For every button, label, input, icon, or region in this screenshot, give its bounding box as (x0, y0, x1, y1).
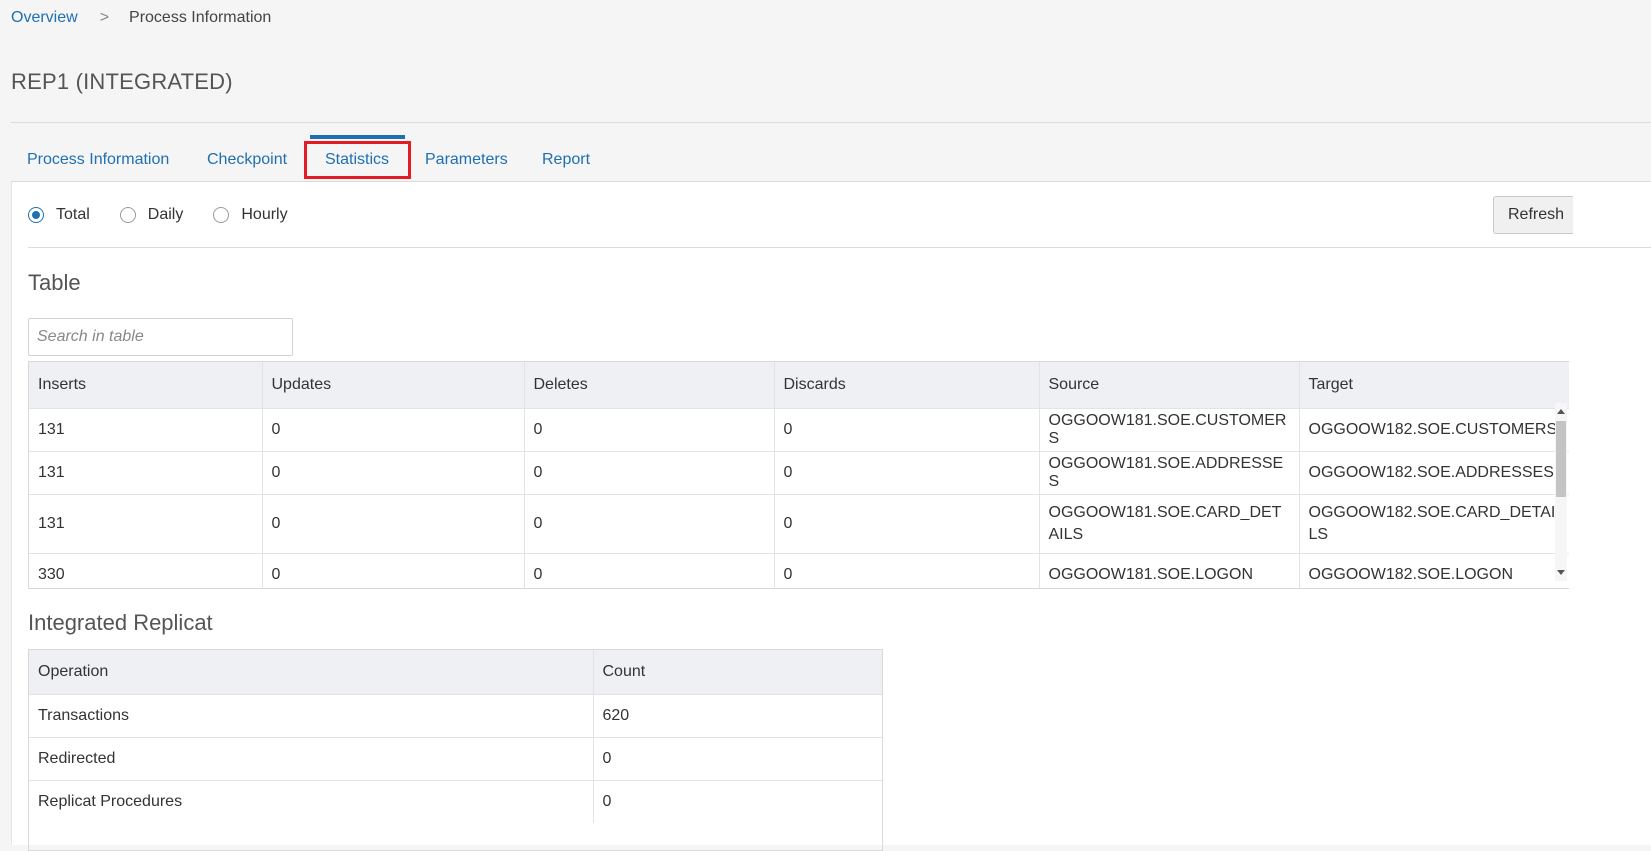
cell-source: OGGOOW181.SOE.LOGON (1038, 553, 1299, 588)
radio-daily-label: Daily (147, 206, 184, 223)
cell-operation: Redirected (29, 737, 593, 781)
column-header-count[interactable]: Count (592, 650, 882, 695)
cell-discards: 0 (773, 494, 1039, 554)
cell-count: 0 (592, 780, 882, 823)
cell-updates: 0 (261, 408, 524, 452)
table-stats-grid: Inserts Updates Deletes Discards Source … (28, 361, 1569, 589)
table-row[interactable]: Replicat Procedures 0 (29, 780, 882, 823)
breadcrumb-separator: > (99, 9, 110, 26)
title-divider (11, 122, 1651, 123)
breadcrumb: Overview > Process Information (11, 9, 271, 27)
tab-parameters[interactable]: Parameters (425, 135, 508, 181)
table-row[interactable]: 330 0 0 0 OGGOOW181.SOE.LOGON OGGOOW182.… (29, 553, 1569, 588)
cell-source: OGGOOW181.SOE.ADDRESSES (1038, 451, 1299, 495)
radio-hourly-label: Hourly (241, 206, 288, 223)
cell-discards: 0 (773, 451, 1039, 495)
table-row[interactable]: 131 0 0 0 OGGOOW181.SOE.CUSTOMERS OGGOOW… (29, 408, 1569, 452)
radio-unselected-icon[interactable] (119, 207, 136, 223)
radio-selected-icon[interactable] (28, 207, 44, 223)
cell-target: OGGOOW182.SOE.ADDRESSES (1298, 451, 1569, 495)
column-header-deletes[interactable]: Deletes (523, 362, 774, 409)
section-divider (28, 247, 1651, 248)
column-header-discards[interactable]: Discards (773, 362, 1039, 409)
cell-updates: 0 (261, 451, 524, 495)
tab-process-information[interactable]: Process Information (27, 135, 169, 181)
column-header-source[interactable]: Source (1038, 362, 1299, 409)
table-header-row: Operation Count (29, 650, 882, 695)
search-input[interactable] (28, 318, 293, 356)
radio-unselected-icon[interactable] (213, 207, 230, 223)
radio-total[interactable]: Total (28, 206, 90, 224)
column-header-operation[interactable]: Operation (29, 650, 593, 695)
table-row[interactable]: Redirected 0 (29, 737, 882, 781)
statistics-panel: Total Daily Hourly Refresh Table Inserts… (11, 181, 1651, 851)
refresh-button[interactable]: Refresh (1493, 196, 1573, 234)
table-scrollbar[interactable] (1555, 403, 1567, 581)
breadcrumb-current: Process Information (129, 9, 272, 26)
column-header-inserts[interactable]: Inserts (29, 362, 262, 409)
scrollbar-thumb[interactable] (1556, 421, 1566, 497)
cell-inserts: 131 (29, 451, 262, 495)
integrated-replicat-grid: Operation Count Transactions 620 Redirec… (28, 649, 883, 851)
column-header-target[interactable]: Target (1298, 362, 1569, 409)
tab-report[interactable]: Report (542, 135, 590, 181)
cell-updates: 0 (261, 494, 524, 554)
cell-inserts: 131 (29, 494, 262, 554)
column-header-updates[interactable]: Updates (261, 362, 524, 409)
tab-statistics-label: Statistics (325, 151, 390, 168)
cell-operation: Replicat Procedures (29, 780, 593, 823)
cell-target: OGGOOW182.SOE.LOGON (1298, 553, 1569, 588)
cell-count: 620 (592, 694, 882, 738)
cell-operation: Transactions (29, 694, 593, 738)
cell-count: 0 (592, 737, 882, 781)
table-row[interactable]: Transactions 620 (29, 694, 882, 738)
period-radio-group: Total Daily Hourly (28, 206, 318, 224)
cell-discards: 0 (773, 408, 1039, 452)
cell-target: OGGOOW182.SOE.CUSTOMERS (1298, 408, 1569, 452)
tab-statistics[interactable]: Statistics (304, 135, 411, 181)
radio-daily[interactable]: Daily (119, 206, 184, 224)
scroll-up-arrow-icon[interactable] (1557, 409, 1565, 414)
table-row[interactable]: 131 0 0 0 OGGOOW181.SOE.CARD_DETAILS OGG… (29, 494, 1569, 554)
breadcrumb-overview-link[interactable]: Overview (11, 9, 78, 27)
radio-total-label: Total (56, 206, 90, 223)
cell-inserts: 131 (29, 408, 262, 452)
page-title: REP1 (INTEGRATED) (11, 69, 233, 94)
radio-hourly[interactable]: Hourly (213, 206, 288, 224)
cell-updates: 0 (261, 553, 524, 588)
tab-checkpoint[interactable]: Checkpoint (207, 135, 287, 181)
table-header-row: Inserts Updates Deletes Discards Source … (29, 362, 1569, 409)
cell-deletes: 0 (523, 494, 774, 554)
cell-source: OGGOOW181.SOE.CUSTOMERS (1038, 408, 1299, 452)
cell-deletes: 0 (523, 408, 774, 452)
table-row[interactable]: 131 0 0 0 OGGOOW181.SOE.ADDRESSES OGGOOW… (29, 451, 1569, 495)
integrated-replicat-heading: Integrated Replicat (28, 610, 213, 635)
tab-bar: Process Information Checkpoint Statistic… (11, 135, 1651, 181)
scroll-down-arrow-icon[interactable] (1557, 570, 1565, 575)
cell-discards: 0 (773, 553, 1039, 588)
cell-deletes: 0 (523, 553, 774, 588)
cell-target: OGGOOW182.SOE.CARD_DETAILS (1298, 494, 1569, 554)
table-section-heading: Table (28, 270, 81, 295)
cell-source: OGGOOW181.SOE.CARD_DETAILS (1038, 494, 1299, 554)
cell-deletes: 0 (523, 451, 774, 495)
cell-inserts: 330 (29, 553, 262, 588)
